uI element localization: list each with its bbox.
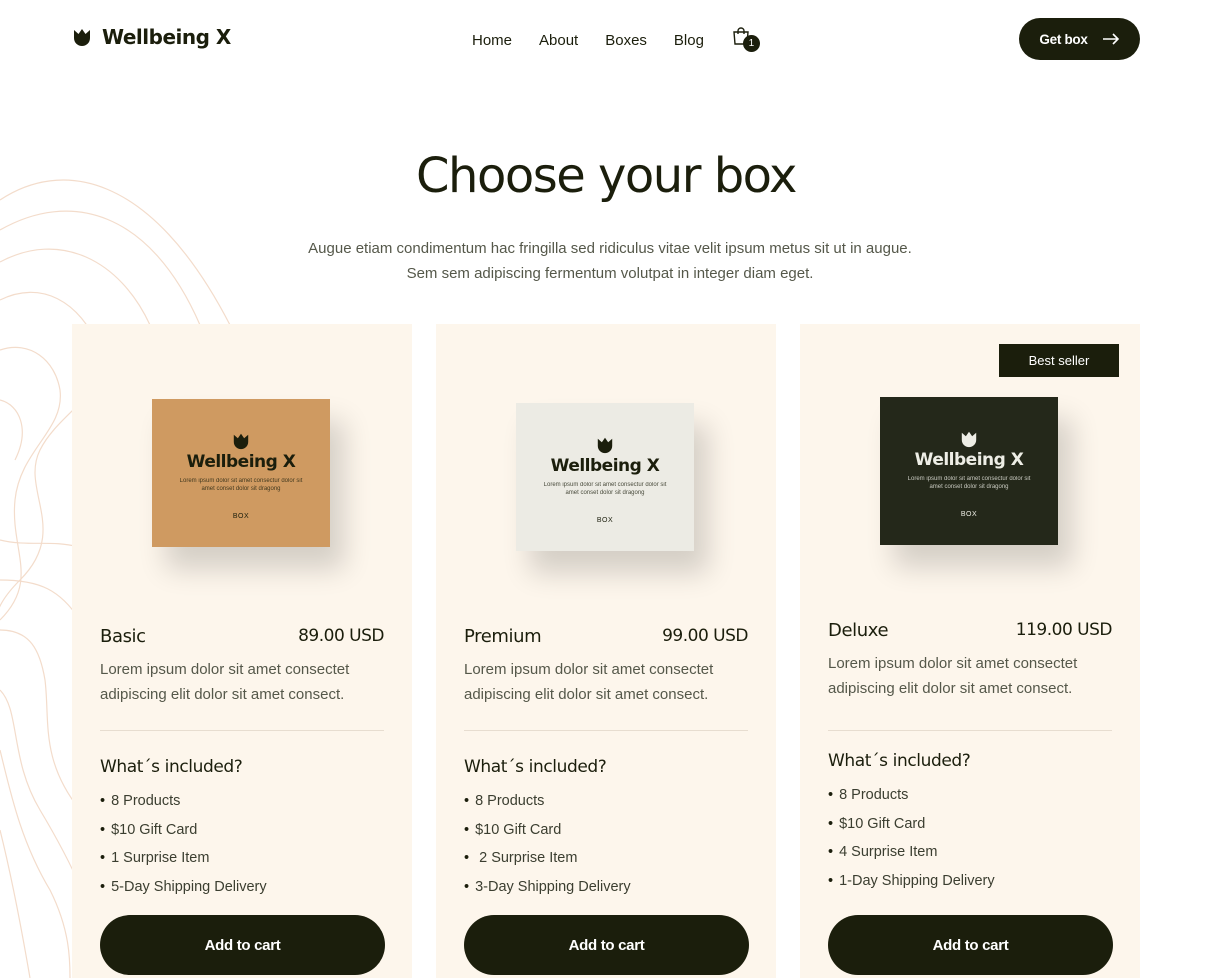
site-header: Wellbeing X Home About Boxes Blog 1 Get …: [0, 0, 1212, 78]
included-heading: What´s included?: [464, 757, 607, 777]
add-to-cart-button[interactable]: Add to cart: [100, 915, 385, 975]
included-heading: What´s included?: [100, 757, 243, 777]
tulip-icon: [233, 433, 249, 450]
card-title: Basic: [100, 626, 146, 647]
nav-boxes[interactable]: Boxes: [605, 32, 647, 49]
card-title: Deluxe: [828, 620, 889, 641]
list-item: $10 Gift Card: [464, 816, 631, 845]
divider: [100, 730, 384, 731]
cart-button[interactable]: 1: [731, 26, 760, 52]
list-item: 8 Products: [464, 787, 631, 816]
brand-logo[interactable]: Wellbeing X: [72, 25, 231, 49]
card-description: Lorem ipsum dolor sit amet consectet adi…: [828, 655, 1078, 697]
box-fine-print: Lorem ipsum dolor sit amet consectur dol…: [543, 482, 667, 496]
included-heading: What´s included?: [828, 751, 971, 771]
page-subtitle: Augue etiam condimentum hac fringilla se…: [308, 240, 912, 282]
tulip-icon: [74, 29, 90, 46]
list-item: 2 Surprise Item: [464, 844, 631, 873]
nav-about[interactable]: About: [539, 32, 578, 49]
add-to-cart-button[interactable]: Add to cart: [464, 915, 749, 975]
list-item: 4 Surprise Item: [828, 838, 995, 867]
box-card-premium: Wellbeing X Lorem ipsum dolor sit amet c…: [436, 324, 776, 978]
box-label: BOX: [596, 517, 614, 524]
box-fine-print: Lorem ipsum dolor sit amet consectur dol…: [179, 478, 303, 492]
nav-home[interactable]: Home: [472, 32, 512, 49]
box-card-basic: Wellbeing X Lorem ipsum dolor sit amet c…: [72, 324, 412, 978]
card-price: 89.00 USD: [298, 626, 384, 646]
feature-list: 8 Products $10 Gift Card 1 Surprise Item…: [100, 787, 267, 902]
list-item: $10 Gift Card: [100, 816, 267, 845]
box-brand-text: Wellbeing X: [550, 456, 660, 476]
feature-list: 8 Products $10 Gift Card 4 Surprise Item…: [828, 781, 995, 896]
card-title: Premium: [464, 626, 542, 647]
add-to-cart-button[interactable]: Add to cart: [828, 915, 1113, 975]
divider: [464, 730, 748, 731]
card-price: 119.00 USD: [1015, 620, 1113, 640]
get-box-button[interactable]: Get box: [1019, 18, 1140, 60]
card-description: Lorem ipsum dolor sit amet consectet adi…: [464, 661, 714, 703]
basic-box-image: Wellbeing X Lorem ipsum dolor sit amet c…: [152, 399, 330, 547]
list-item: 5-Day Shipping Delivery: [100, 873, 267, 902]
deluxe-box-image: Wellbeing X Lorem ipsum dolor sit amet c…: [880, 397, 1058, 545]
card-description: Lorem ipsum dolor sit amet consectet adi…: [100, 661, 350, 703]
card-price: 99.00 USD: [662, 626, 748, 646]
get-box-label: Get box: [1039, 31, 1088, 47]
tulip-icon: [961, 431, 977, 448]
best-seller-badge: Best seller: [999, 344, 1119, 377]
box-label: BOX: [232, 513, 250, 520]
cart-count-badge: 1: [742, 35, 760, 52]
feature-list: 8 Products $10 Gift Card 2 Surprise Item…: [464, 787, 631, 902]
list-item: 3-Day Shipping Delivery: [464, 873, 631, 902]
list-item: $10 Gift Card: [828, 810, 995, 839]
box-brand-text: Wellbeing X: [914, 450, 1024, 470]
arrow-right-icon: [1102, 33, 1119, 45]
box-fine-print: Lorem ipsum dolor sit amet consectur dol…: [907, 476, 1031, 490]
nav-blog[interactable]: Blog: [674, 32, 704, 49]
list-item: 1-Day Shipping Delivery: [828, 867, 995, 896]
box-label: BOX: [960, 511, 978, 518]
brand-name: Wellbeing X: [102, 25, 231, 49]
list-item: 1 Surprise Item: [100, 844, 267, 873]
box-card-deluxe: Best seller Wellbeing X Lorem ipsum dolo…: [800, 324, 1140, 978]
list-item: 8 Products: [828, 781, 995, 810]
tulip-icon: [597, 437, 613, 454]
list-item: 8 Products: [100, 787, 267, 816]
divider: [828, 730, 1112, 731]
page-title: Choose your box: [416, 148, 797, 204]
premium-box-image: Wellbeing X Lorem ipsum dolor sit amet c…: [516, 403, 694, 551]
main-nav: Home About Boxes Blog 1: [472, 26, 760, 52]
box-brand-text: Wellbeing X: [186, 452, 296, 472]
